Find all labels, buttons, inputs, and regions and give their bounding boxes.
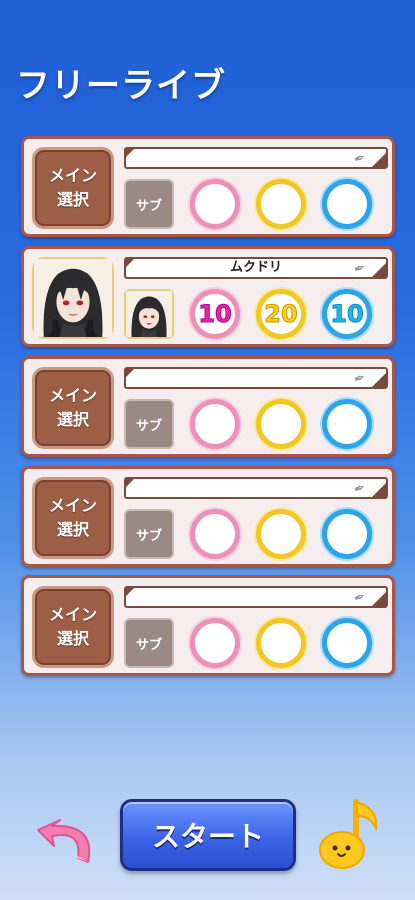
main-select-button[interactable]: メイン 選択 xyxy=(32,147,114,229)
stat-blue xyxy=(322,618,372,668)
name-bar: ✒ xyxy=(124,477,388,499)
stat-pink xyxy=(190,179,240,229)
stat-yellow xyxy=(256,618,306,668)
stat-blue xyxy=(322,509,372,559)
main-label: メイン xyxy=(48,496,97,515)
girl-portrait-icon xyxy=(34,259,112,337)
page-title: フリーライブ xyxy=(16,66,226,106)
name-bar: ✒ xyxy=(124,586,388,608)
sub-select-button[interactable]: サブ xyxy=(124,618,174,668)
select-label: 選択 xyxy=(56,410,89,429)
main-select-button[interactable]: メイン 選択 xyxy=(32,477,114,559)
unit-slot-5: メイン 選択 ✒ サブ xyxy=(21,575,395,676)
unit-slot-3: メイン 選択 ✒ サブ xyxy=(21,356,395,457)
stat-pink xyxy=(190,618,240,668)
feather-icon: ✒ xyxy=(351,588,369,608)
name-bar: ✒ xyxy=(124,367,388,389)
stat-pink xyxy=(190,509,240,559)
character-name: ムクドリ xyxy=(229,260,282,275)
stat-yellow xyxy=(256,179,306,229)
main-select-button[interactable]: メイン 選択 xyxy=(32,586,114,668)
unit-slot-2: ムクドリ ✒ 10 20 10 xyxy=(21,246,395,347)
sub-character-portrait[interactable] xyxy=(124,289,174,339)
main-character-portrait[interactable] xyxy=(32,257,114,339)
stat-blue: 10 xyxy=(322,289,372,339)
start-button[interactable]: スタート xyxy=(120,799,296,871)
stat-blue xyxy=(322,179,372,229)
sub-select-button[interactable]: サブ xyxy=(124,179,174,229)
stat-pink xyxy=(190,399,240,449)
main-label: メイン xyxy=(48,166,97,185)
main-label: メイン xyxy=(48,605,97,624)
main-select-button[interactable]: メイン 選択 xyxy=(32,367,114,449)
feather-icon: ✒ xyxy=(351,259,369,279)
stat-yellow: 20 xyxy=(256,289,306,339)
music-note-icon[interactable] xyxy=(316,796,386,872)
main-label: メイン xyxy=(48,386,97,405)
unit-slot-1: メイン 選択 ✒ サブ xyxy=(21,136,395,237)
stat-yellow xyxy=(256,399,306,449)
stat-yellow xyxy=(256,509,306,559)
girl-portrait-small-icon xyxy=(126,291,172,337)
stat-blue xyxy=(322,399,372,449)
name-bar: ムクドリ ✒ xyxy=(124,257,388,279)
name-bar: ✒ xyxy=(124,147,388,169)
select-label: 選択 xyxy=(56,190,89,209)
undo-arrow-icon[interactable] xyxy=(30,800,100,870)
sub-select-button[interactable]: サブ xyxy=(124,399,174,449)
feather-icon: ✒ xyxy=(351,479,369,499)
feather-icon: ✒ xyxy=(351,149,369,169)
sub-select-button[interactable]: サブ xyxy=(124,509,174,559)
unit-slot-4: メイン 選択 ✒ サブ xyxy=(21,466,395,567)
select-label: 選択 xyxy=(56,629,89,648)
feather-icon: ✒ xyxy=(351,369,369,389)
stat-pink: 10 xyxy=(190,289,240,339)
select-label: 選択 xyxy=(56,520,89,539)
